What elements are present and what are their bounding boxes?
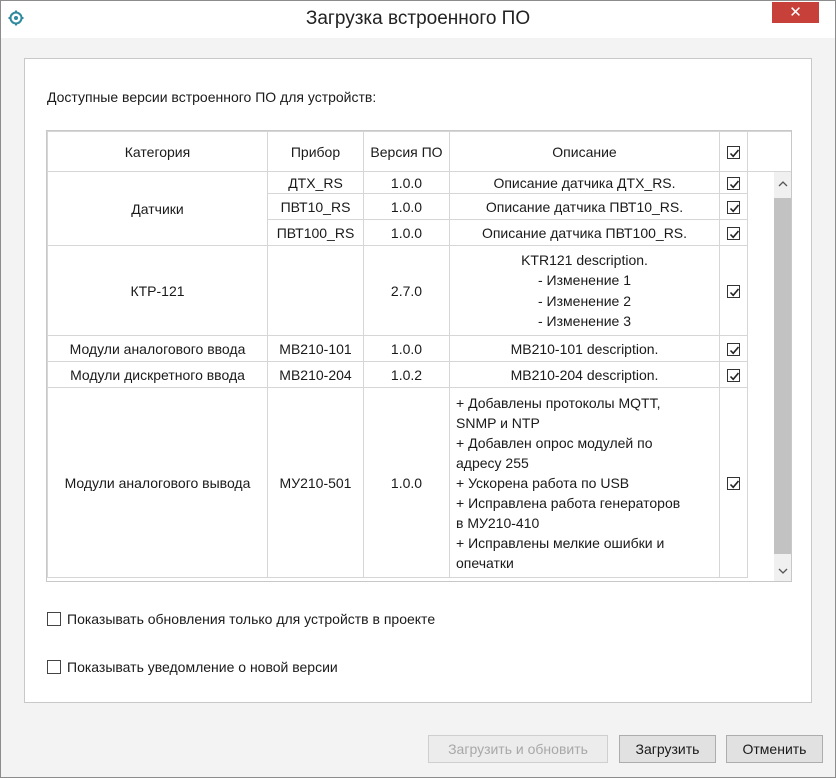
description-line: KTR121 description. [521, 251, 648, 268]
table-header-row: Категория Прибор Версия ПО Описание [47, 131, 791, 172]
notify-new-version-checkbox[interactable] [47, 660, 61, 674]
column-header-version[interactable]: Версия ПО [363, 131, 450, 172]
category-cell: Модули дискретного ввода [47, 361, 268, 388]
description-line: - Изменение 2 [538, 292, 631, 309]
window-title: Загрузка встроенного ПО [305, 8, 531, 29]
row-checkbox[interactable] [727, 177, 740, 191]
check-icon [729, 204, 740, 213]
check-icon [729, 288, 740, 297]
category-cell: Модули аналогового ввода [47, 335, 268, 362]
table-row[interactable]: Датчики ДТХ_RS 1.0.0 Описание датчика ДТ… [47, 171, 792, 246]
device-cell [267, 245, 364, 336]
only-project-devices-label: Показывать обновления только для устройс… [67, 611, 436, 627]
category-cell: КТР-121 [47, 245, 268, 336]
description-line: адресу 255 [456, 454, 529, 471]
description-cell: Описание датчика ПВТ100_RS. [449, 219, 720, 246]
device-cell: МУ210-501 [267, 387, 364, 578]
check-icon [729, 372, 740, 381]
description-line: опечатки [456, 554, 514, 571]
table-row[interactable]: Модули аналогового вывода МУ210-501 1.0.… [47, 387, 792, 578]
content-panel: Доступные версии встроенного ПО для устр… [24, 58, 812, 703]
check-icon [729, 230, 740, 239]
firmware-table: Категория Прибор Версия ПО Описание Датч… [46, 130, 792, 582]
description-cell: МВ210-101 description. [449, 335, 720, 362]
device-cell: ДТХ_RS [267, 171, 364, 194]
check-icon [729, 180, 740, 189]
only-project-devices-option[interactable]: Показывать обновления только для устройс… [47, 611, 435, 627]
cancel-button[interactable]: Отменить [726, 735, 823, 763]
load-button[interactable]: Загрузить [619, 735, 716, 763]
description-line: + Исправлена работа генераторов [456, 494, 681, 511]
version-cell: 1.0.0 [363, 193, 450, 220]
row-checkbox[interactable] [727, 343, 740, 357]
version-cell: 1.0.2 [363, 361, 450, 388]
check-icon [729, 346, 740, 355]
table-row[interactable]: Модули дискретного ввода МВ210-204 1.0.2… [47, 361, 792, 388]
notify-new-version-label: Показывать уведомление о новой версии [67, 659, 338, 675]
select-all-checkbox[interactable] [727, 146, 740, 160]
scrollbar-thumb[interactable] [774, 198, 791, 554]
device-cell: ПВТ10_RS [267, 193, 364, 220]
description-line: - Изменение 3 [538, 313, 631, 329]
check-icon [729, 149, 740, 158]
check-icon [729, 480, 740, 489]
description-line: + Добавлены протоколы MQTT, [456, 394, 661, 411]
device-cell: ПВТ100_RS [267, 219, 364, 246]
description-line: + Добавлен опрос модулей по [456, 434, 653, 451]
column-header-select[interactable] [719, 131, 748, 172]
column-header-device[interactable]: Прибор [267, 131, 364, 172]
table-row[interactable]: Модули аналогового ввода МВ210-101 1.0.0… [47, 335, 792, 362]
description-cell: Описание датчика ПВТ10_RS. [449, 193, 720, 220]
version-cell: 1.0.0 [363, 171, 450, 194]
description-line: + Исправлены мелкие ошибки и [456, 534, 665, 551]
close-icon: ✕ [789, 4, 802, 21]
version-cell: 1.0.0 [363, 335, 450, 362]
description-line: + Ускорена работа по USB [456, 474, 630, 491]
description-cell: + Добавлены протоколы MQTT, SNMP и NTP +… [449, 387, 720, 578]
scroll-down-button[interactable] [774, 559, 791, 581]
row-checkbox[interactable] [727, 477, 740, 491]
chevron-down-icon [778, 568, 788, 575]
row-checkbox[interactable] [727, 369, 740, 383]
description-cell: KTR121 description. - Изменение 1 - Изме… [449, 245, 720, 336]
notify-new-version-option[interactable]: Показывать уведомление о новой версии [47, 659, 338, 675]
row-checkbox[interactable] [727, 285, 740, 299]
version-cell: 1.0.0 [363, 219, 450, 246]
row-checkbox[interactable] [727, 227, 740, 241]
title-bar: Загрузка встроенного ПО ✕ [1, 1, 835, 38]
close-button[interactable]: ✕ [772, 2, 819, 23]
version-cell: 1.0.0 [363, 387, 450, 578]
category-cell: Модули аналогового вывода [47, 387, 268, 578]
column-header-description[interactable]: Описание [449, 131, 720, 172]
description-line: SNMP и NTP [456, 414, 540, 431]
row-checkbox[interactable] [727, 201, 740, 215]
table-row[interactable]: КТР-121 2.7.0 KTR121 description. - Изме… [47, 245, 792, 336]
description-line: - Изменение 1 [538, 272, 631, 288]
only-project-devices-checkbox[interactable] [47, 612, 61, 626]
column-header-category[interactable]: Категория [47, 131, 268, 172]
version-cell: 2.7.0 [363, 245, 450, 336]
device-cell: МВ210-101 [267, 335, 364, 362]
scroll-up-button[interactable] [774, 172, 791, 196]
category-cell: Датчики [47, 171, 268, 246]
load-and-update-button[interactable]: Загрузить и обновить [428, 735, 608, 763]
column-header-spacer [747, 131, 791, 172]
description-cell: МВ210-204 description. [449, 361, 720, 388]
description-line: в МУ210-410 [456, 514, 540, 531]
description-cell: Описание датчика ДТХ_RS. [449, 171, 720, 194]
versions-heading: Доступные версии встроенного ПО для устр… [47, 89, 377, 105]
device-cell: МВ210-204 [267, 361, 364, 388]
chevron-up-icon [778, 181, 788, 187]
firmware-dialog: Загрузка встроенного ПО ✕ Доступные верс… [0, 0, 836, 778]
